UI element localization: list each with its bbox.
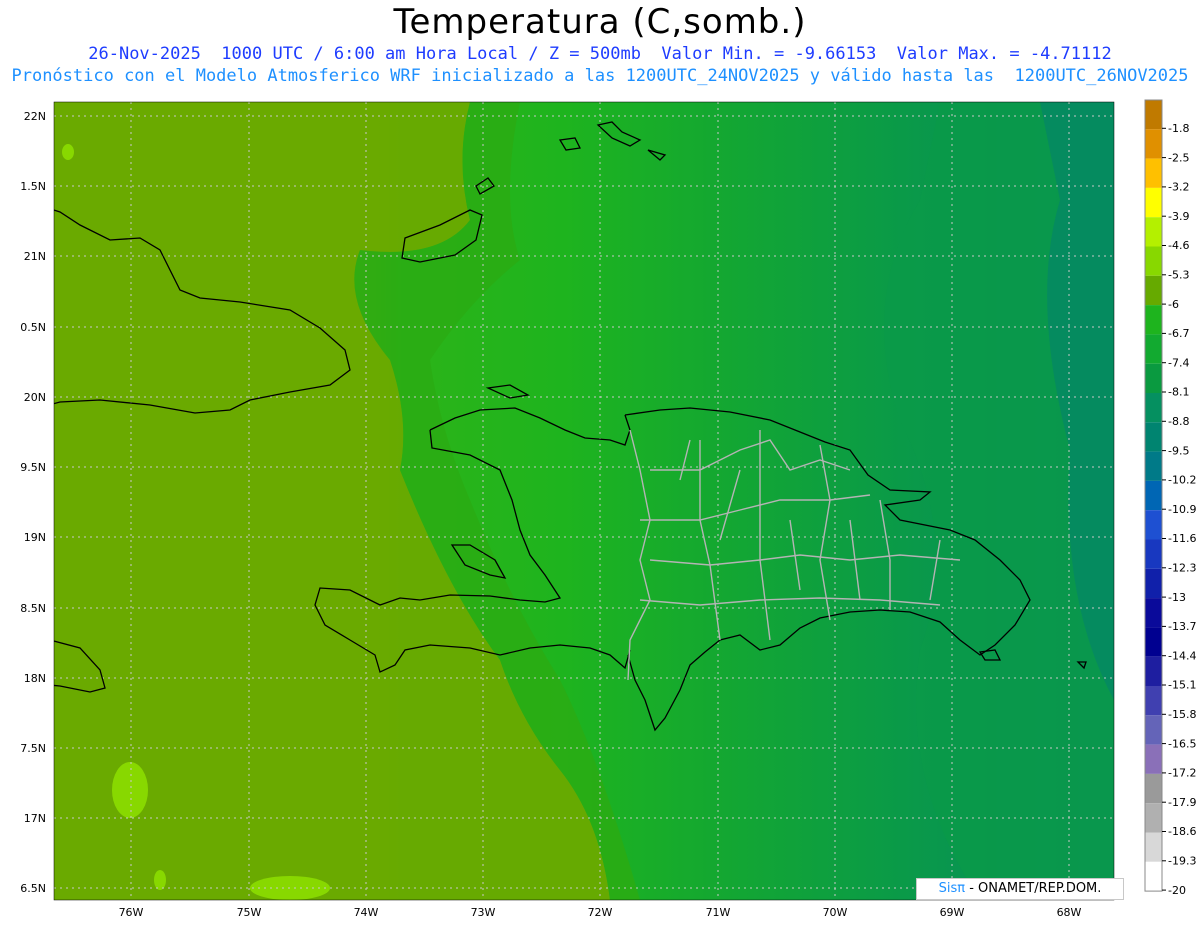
lon-label: 75W xyxy=(237,906,262,919)
colorbar-label: -19.3 xyxy=(1168,855,1196,868)
colorbar-swatch xyxy=(1145,627,1162,657)
colorbar-swatch xyxy=(1145,393,1162,423)
lon-label: 69W xyxy=(940,906,965,919)
lat-label: 20N xyxy=(24,391,46,404)
colorbar-swatch xyxy=(1145,100,1162,130)
lat-label: 17N xyxy=(24,812,46,825)
colorbar: -1.8 -2.5 -3.2 -3.9 -4.6 -5.3 -6 -6.7 -7.4 -8.1 -8… xyxy=(1144,99,1196,897)
colorbar-label: -6.7 xyxy=(1168,327,1189,340)
lon-label: 72W xyxy=(588,906,613,919)
colorbar-swatch xyxy=(1145,480,1162,511)
colorbar-swatch xyxy=(1145,861,1162,892)
lat-label: 21N xyxy=(24,250,46,263)
lat-label: 7.5N xyxy=(20,742,46,755)
colorbar-label: -3.9 xyxy=(1168,210,1189,223)
colorbar-label: -15.8 xyxy=(1168,708,1196,721)
lat-label: 22N xyxy=(24,110,46,123)
map-figure: 22N 1.5N 21N 0.5N 20N 9.5N 19N 8.5N 18N … xyxy=(20,99,1196,919)
lon-label: 71W xyxy=(706,906,731,919)
lat-label: 19N xyxy=(24,531,46,544)
lon-label: 68W xyxy=(1057,906,1082,919)
colorbar-label: -4.6 xyxy=(1168,239,1189,252)
sispi-logo: Sisπ xyxy=(938,881,966,896)
colorbar-swatch xyxy=(1145,568,1162,599)
colorbar-label: -9.5 xyxy=(1168,444,1189,457)
colorbar-swatch xyxy=(1145,598,1162,628)
colorbar-swatch xyxy=(1145,275,1162,306)
colorbar-swatch xyxy=(1145,246,1162,276)
colorbar-label: -6 xyxy=(1168,298,1179,311)
credit-text: - ONAMET/REP.DOM. xyxy=(965,881,1102,896)
colorbar-label: -2.5 xyxy=(1168,151,1189,164)
colorbar-swatch xyxy=(1145,334,1162,364)
colorbar-label: -1.8 xyxy=(1168,122,1189,135)
colorbar-swatch xyxy=(1145,744,1162,774)
colorbar-swatch xyxy=(1145,422,1162,452)
colorbar-swatch xyxy=(1145,217,1162,247)
colorbar-label: -17.9 xyxy=(1168,796,1196,809)
colorbar-label: -7.4 xyxy=(1168,356,1189,369)
colorbar-label: -20 xyxy=(1168,884,1186,897)
colorbar-swatch xyxy=(1145,158,1162,188)
colorbar-label: -12.3 xyxy=(1168,562,1196,575)
colorbar-label: -8.1 xyxy=(1168,386,1189,399)
longitude-axis: 76W 75W 74W 73W 72W 71W 70W 69W 68W xyxy=(119,906,1082,919)
credit-box: Sisπ - ONAMET/REP.DOM. xyxy=(916,878,1124,900)
colorbar-swatch xyxy=(1145,832,1162,862)
colorbar-label: -8.8 xyxy=(1168,415,1189,428)
colorbar-swatch xyxy=(1145,803,1162,833)
colorbar-label: -11.6 xyxy=(1168,532,1196,545)
colorbar-label: -16.5 xyxy=(1168,737,1196,750)
latitude-axis: 22N 1.5N 21N 0.5N 20N 9.5N 19N 8.5N 18N … xyxy=(20,110,46,895)
colorbar-swatch xyxy=(1145,656,1162,686)
colorbar-swatch xyxy=(1145,773,1162,804)
colorbar-label: -10.2 xyxy=(1168,474,1196,487)
lat-label: 6.5N xyxy=(20,882,46,895)
colorbar-label: -15.1 xyxy=(1168,679,1196,692)
colorbar-swatch xyxy=(1145,715,1162,745)
colorbar-label: -13 xyxy=(1168,591,1186,604)
colorbar-swatch xyxy=(1145,510,1162,540)
lat-label: 18N xyxy=(24,672,46,685)
colorbar-swatch xyxy=(1145,686,1162,716)
lat-label: 0.5N xyxy=(20,321,46,334)
colorbar-label: -14.4 xyxy=(1168,649,1196,662)
lon-label: 76W xyxy=(119,906,144,919)
colorbar-swatch xyxy=(1145,305,1162,335)
colorbar-swatch xyxy=(1145,539,1162,569)
lat-label: 1.5N xyxy=(20,180,46,193)
lat-label: 9.5N xyxy=(20,461,46,474)
colorbar-label: -10.9 xyxy=(1168,503,1196,516)
colorbar-swatch xyxy=(1145,363,1162,393)
colorbar-swatch xyxy=(1145,451,1162,481)
lon-label: 74W xyxy=(354,906,379,919)
colorbar-swatch xyxy=(1145,187,1162,218)
colorbar-label: -5.3 xyxy=(1168,269,1189,282)
colorbar-label: -18.6 xyxy=(1168,825,1196,838)
temperature-field xyxy=(54,102,1114,900)
lon-label: 73W xyxy=(471,906,496,919)
colorbar-swatch xyxy=(1145,129,1162,159)
colorbar-label: -17.2 xyxy=(1168,767,1196,780)
lat-label: 8.5N xyxy=(20,602,46,615)
lon-label: 70W xyxy=(823,906,848,919)
colorbar-label: -3.2 xyxy=(1168,181,1189,194)
colorbar-label: -13.7 xyxy=(1168,620,1196,633)
